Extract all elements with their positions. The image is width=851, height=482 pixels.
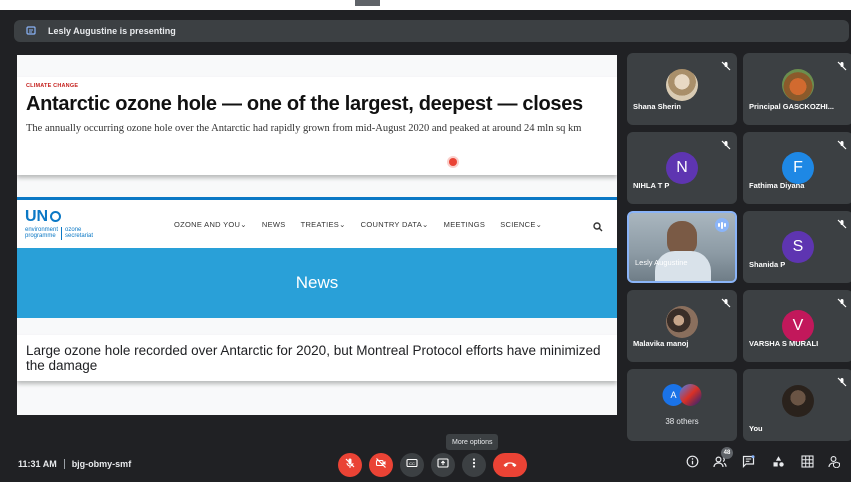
- host-controls-icon: [827, 455, 841, 473]
- meeting-code[interactable]: bjg-obmy-smf: [72, 459, 132, 469]
- svg-text:CC: CC: [409, 461, 415, 466]
- globe-icon: [50, 211, 62, 222]
- top-strip-bar: [355, 0, 380, 6]
- search-icon[interactable]: [593, 219, 603, 232]
- top-strip: [0, 0, 851, 10]
- mic-off-icon: [344, 456, 356, 474]
- nav-news[interactable]: NEWS: [262, 220, 286, 229]
- shared-screen: CLIMATE CHANGE Antarctic ozone hole — on…: [17, 55, 617, 415]
- avatar: [782, 384, 814, 417]
- present-screen-icon: [26, 26, 36, 36]
- participant-tile[interactable]: Shana Sherin: [627, 53, 737, 125]
- layout-button[interactable]: [799, 455, 815, 473]
- participant-name: Malavika manoj: [633, 339, 689, 348]
- article-headline: Antarctic ozone hole — one of the larges…: [26, 93, 583, 115]
- logo-mark: UN: [25, 207, 49, 225]
- nav-meetings[interactable]: MEETINGS: [444, 220, 486, 229]
- avatar: [666, 68, 698, 101]
- people-count-badge: 48: [721, 447, 733, 459]
- present-icon: [437, 456, 449, 474]
- avatar: [782, 68, 814, 101]
- chat-icon: [742, 455, 755, 473]
- nav-ozone-and-you[interactable]: OZONE AND YOU⌄: [174, 220, 247, 229]
- participant-name: Fathima Diyana: [749, 181, 805, 190]
- pointer-cursor: [449, 158, 457, 166]
- participant-tile-speaking[interactable]: Lesly Augustine: [627, 211, 737, 283]
- mic-off-icon: [721, 295, 731, 308]
- article-card: CLIMATE CHANGE Antarctic ozone hole — on…: [17, 77, 617, 175]
- logo-line-secretariat: secretariat: [65, 233, 94, 239]
- grid-layout-icon: [800, 455, 814, 473]
- participant-name: Principal GASCKOZHI...: [749, 102, 835, 111]
- participant-name: Lesly Augustine: [635, 258, 688, 267]
- present-button[interactable]: [431, 453, 455, 477]
- others-avatars: A: [662, 383, 702, 406]
- captions-button[interactable]: CC: [400, 453, 424, 477]
- participant-tile[interactable]: Principal GASCKOZHI...: [743, 53, 851, 125]
- end-call-icon: [502, 456, 518, 474]
- participant-tile[interactable]: Malavika manoj: [627, 290, 737, 362]
- meeting-info: 11:31 AM bjg-obmy-smf: [18, 459, 131, 469]
- mic-off-icon: [837, 137, 847, 150]
- news-banner-title: News: [295, 273, 339, 292]
- meeting-time: 11:31 AM: [18, 459, 57, 469]
- participant-name: You: [749, 424, 763, 433]
- presenting-banner: Lesly Augustine is presenting: [14, 20, 849, 42]
- chat-button[interactable]: [740, 455, 756, 473]
- avatar: F: [782, 152, 814, 184]
- site-navbar: UN environment programme ozone secretari…: [17, 200, 617, 248]
- avatar: V: [782, 310, 814, 342]
- leave-call-button[interactable]: [493, 453, 527, 477]
- avatar: N: [666, 152, 698, 184]
- more-options-icon: [468, 456, 480, 474]
- story-card[interactable]: Large ozone hole recorded over Antarctic…: [17, 335, 617, 381]
- site-nav-items: OZONE AND YOU⌄ NEWS TREATIES⌄ COUNTRY DA…: [174, 220, 542, 229]
- self-tile[interactable]: You: [743, 369, 851, 441]
- speaker-head: [667, 221, 697, 255]
- speaker-shirt: [655, 251, 711, 281]
- news-banner: News: [17, 248, 617, 318]
- activities-icon: [772, 455, 785, 473]
- meeting-details-button[interactable]: [684, 455, 700, 473]
- nav-science[interactable]: SCIENCE⌄: [500, 220, 542, 229]
- divider: [63, 459, 65, 469]
- mic-off-icon: [837, 374, 847, 387]
- logo-line-programme: programme: [25, 233, 56, 239]
- presenting-text: Lesly Augustine is presenting: [48, 26, 176, 36]
- mic-toggle-button[interactable]: [338, 453, 362, 477]
- camera-off-icon: [375, 456, 387, 474]
- avatar: S: [782, 231, 814, 263]
- story-title: Large ozone hole recorded over Antarctic…: [26, 343, 601, 373]
- avatar: [666, 305, 698, 338]
- participant-tile[interactable]: V VARSHA S MURALI: [743, 290, 851, 362]
- others-tile[interactable]: A 38 others: [627, 369, 737, 441]
- nav-country-data[interactable]: COUNTRY DATA⌄: [361, 220, 429, 229]
- mic-off-icon: [837, 295, 847, 308]
- mic-off-icon: [837, 58, 847, 71]
- mic-off-icon: [721, 58, 731, 71]
- participant-tile[interactable]: N NIHLA T P: [627, 132, 737, 204]
- camera-toggle-button[interactable]: [369, 453, 393, 477]
- others-count: 38 others: [665, 417, 699, 426]
- mic-off-icon: [837, 216, 847, 229]
- mic-off-icon: [721, 137, 731, 150]
- un-logo[interactable]: UN environment programme ozone secretari…: [25, 207, 120, 240]
- activities-button[interactable]: [770, 456, 786, 472]
- participant-tile[interactable]: S Shanida P: [743, 211, 851, 283]
- participant-name: NIHLA T P: [633, 181, 670, 190]
- avatar: [679, 383, 702, 406]
- more-options-tooltip: More options: [446, 434, 499, 450]
- participant-name: Shanida P: [749, 260, 786, 269]
- captions-icon: CC: [406, 456, 418, 474]
- more-options-button[interactable]: [462, 453, 486, 477]
- article-subhead: The annually occurring ozone hole over t…: [26, 123, 582, 134]
- article-kicker: CLIMATE CHANGE: [26, 83, 79, 89]
- speaking-indicator-icon: [715, 218, 729, 232]
- participant-name: Shana Sherin: [633, 102, 681, 111]
- host-controls-button[interactable]: [826, 456, 842, 472]
- participant-tile[interactable]: F Fathima Diyana: [743, 132, 851, 204]
- participant-name: VARSHA S MURALI: [749, 339, 819, 348]
- info-icon: [686, 455, 699, 473]
- nav-treaties[interactable]: TREATIES⌄: [301, 220, 346, 229]
